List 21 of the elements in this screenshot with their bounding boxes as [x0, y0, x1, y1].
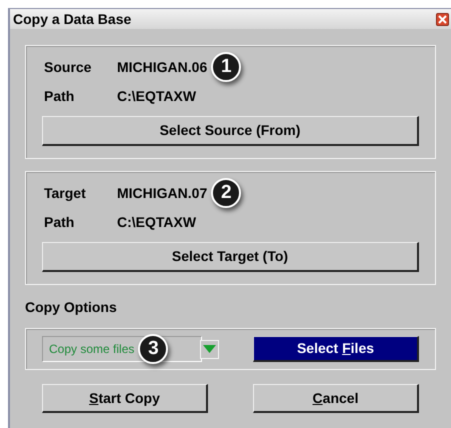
- field-label: Source: [43, 58, 92, 76]
- close-button[interactable]: [436, 12, 449, 26]
- select-files-button[interactable]: Select Files: [253, 336, 419, 362]
- database-name: MICHIGAN.06: [117, 58, 208, 76]
- dialog-button[interactable]: Start Copy: [42, 384, 208, 413]
- close-icon: [438, 14, 447, 24]
- select-button[interactable]: Select Target (To): [42, 242, 419, 272]
- dialog-button[interactable]: Cancel: [253, 384, 419, 413]
- field-label: Path: [43, 212, 76, 232]
- number-badge: 3: [138, 334, 168, 364]
- copy-mode-dropdown[interactable]: Copy some files 3: [42, 336, 202, 362]
- number-badge: 1: [211, 52, 242, 82]
- field-label: Target: [43, 184, 87, 203]
- section-label: Copy Options: [25, 298, 118, 317]
- path-value: C:\EQTAXW: [117, 212, 196, 232]
- select-button[interactable]: Select Source (From): [42, 116, 419, 146]
- window-title: Copy a Data Base: [13, 10, 132, 29]
- path-value: C:\EQTAXW: [117, 86, 196, 106]
- database-name: MICHIGAN.07: [117, 184, 208, 202]
- number-badge: 2: [211, 178, 242, 208]
- field-label: Path: [43, 86, 76, 106]
